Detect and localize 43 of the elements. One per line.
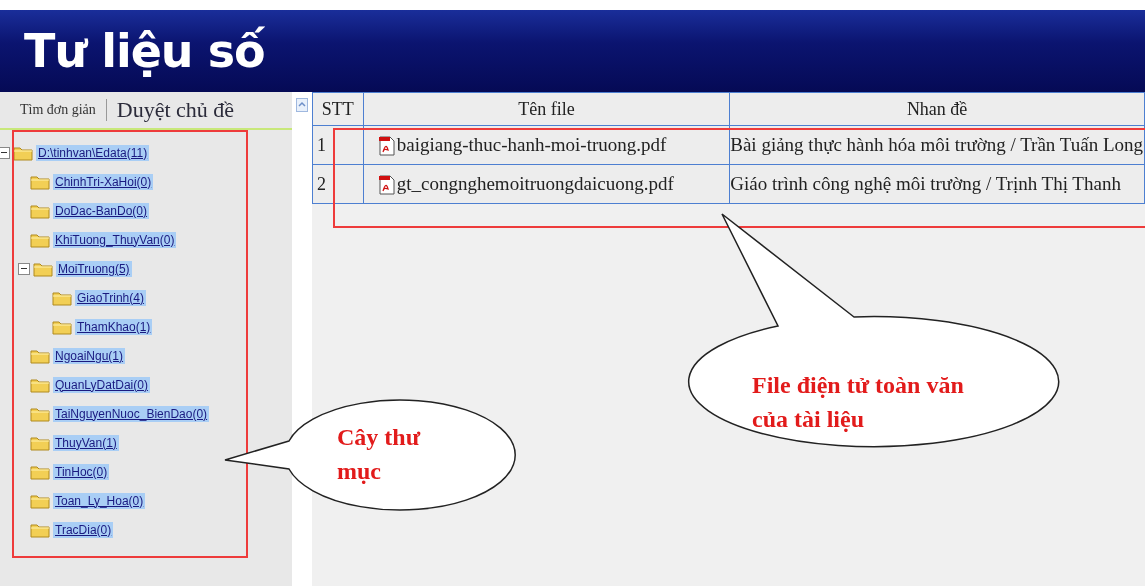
folder-icon bbox=[30, 231, 50, 248]
column-header: Tên file bbox=[363, 92, 730, 126]
folder-link[interactable]: KhiTuong_ThuyVan(0) bbox=[53, 231, 177, 248]
sidebar-tab[interactable]: Tìm đơn giản bbox=[20, 102, 96, 118]
folder-icon bbox=[30, 173, 50, 190]
table-cell: 2 bbox=[312, 164, 364, 204]
folder-icon bbox=[30, 347, 50, 364]
folder-icon bbox=[30, 463, 50, 480]
page-title: Tư liệu số bbox=[24, 24, 265, 78]
folder-icon bbox=[30, 405, 50, 422]
collapse-toggle[interactable] bbox=[18, 262, 30, 275]
folder-link[interactable]: QuanLyDatDai(0) bbox=[53, 376, 150, 393]
pdf-file-icon bbox=[378, 175, 395, 195]
folder-link[interactable]: TracDia(0) bbox=[53, 521, 114, 538]
folder-link[interactable]: ThamKhao(1) bbox=[75, 318, 153, 335]
folder-link[interactable]: D:\tinhvan\Edata(11) bbox=[36, 144, 150, 161]
folder-icon bbox=[52, 289, 72, 306]
folder-link[interactable]: GiaoTrinh(4) bbox=[75, 289, 146, 306]
folder-icon bbox=[30, 376, 50, 393]
folder-link[interactable]: TaiNguyenNuoc_BienDao(0) bbox=[53, 405, 210, 422]
folder-icon bbox=[52, 318, 72, 335]
folder-icon bbox=[30, 521, 50, 538]
scroll-up-icon[interactable] bbox=[296, 98, 308, 112]
folder-icon bbox=[30, 434, 50, 451]
sidebar-tab[interactable]: Duyệt chủ đề bbox=[116, 97, 235, 123]
column-header: Nhan đề bbox=[729, 92, 1145, 126]
folder-icon bbox=[13, 144, 33, 161]
pdf-file-icon bbox=[378, 136, 395, 156]
folder-icon bbox=[30, 202, 50, 219]
folder-link[interactable]: Toan_Ly_Hoa(0) bbox=[53, 492, 146, 509]
folder-link[interactable]: ChinhTri-XaHoi(0) bbox=[53, 173, 154, 190]
folder-icon bbox=[30, 492, 50, 509]
table-cell: Giáo trình công nghệ môi trường / Trịnh Thị Thanh bbox=[729, 164, 1145, 204]
folder-link[interactable]: TinHoc(0) bbox=[53, 463, 110, 480]
folder-link[interactable]: MoiTruong(5) bbox=[56, 260, 132, 277]
folder-link[interactable]: NgoaiNgu(1) bbox=[53, 347, 126, 364]
folder-link[interactable]: DoDac-BanDo(0) bbox=[53, 202, 150, 219]
callout-text: File điện tử toàn văn của tài liệu bbox=[752, 371, 965, 434]
collapse-toggle[interactable] bbox=[0, 146, 10, 159]
folder-icon bbox=[33, 260, 53, 277]
folder-link[interactable]: ThuyVan(1) bbox=[53, 434, 119, 451]
callout-text: Cây thư mục bbox=[337, 423, 422, 486]
column-header: STT bbox=[312, 92, 364, 126]
